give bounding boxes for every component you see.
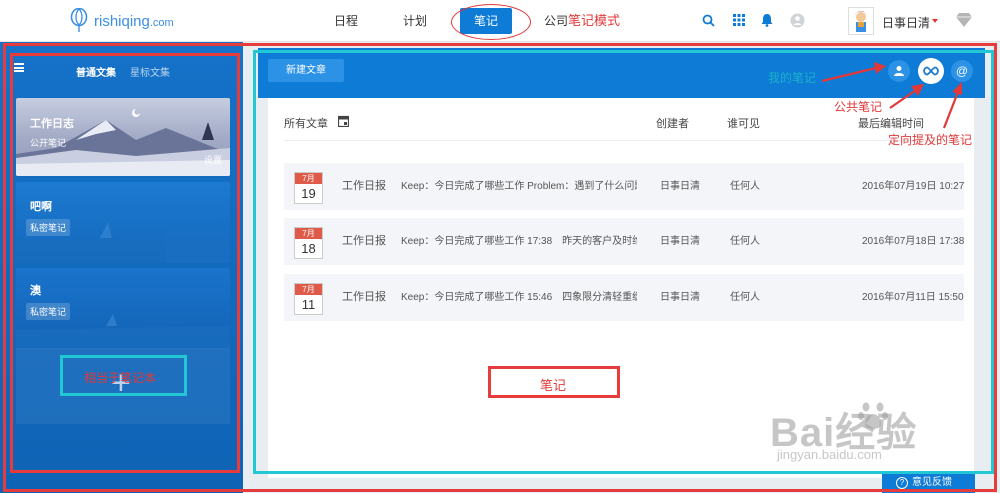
- annotation-arrows: [821, 62, 962, 129]
